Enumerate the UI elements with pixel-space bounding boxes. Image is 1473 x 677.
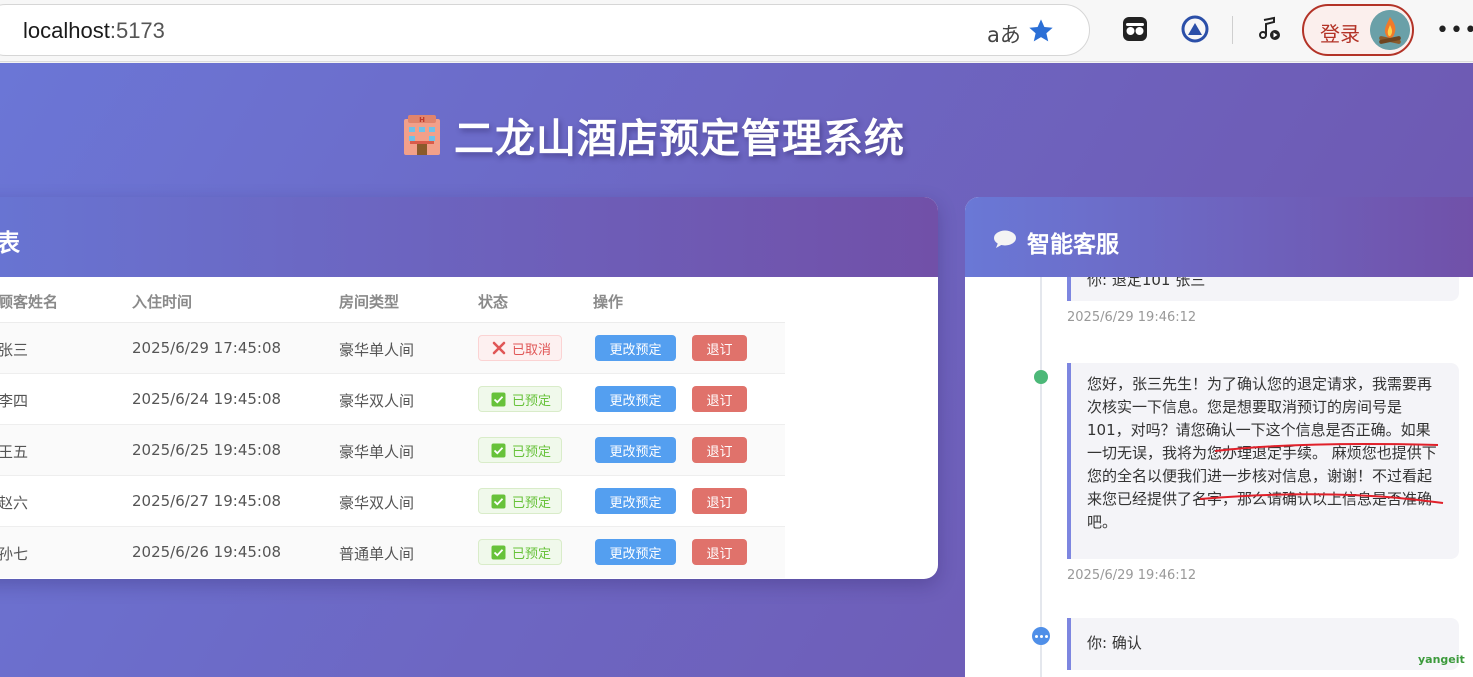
table-row: 孙七 2025/6/26 19:45:08 普通单人间 已预定 更改预定 退订 [0,527,785,578]
bookings-panel-header: 表 [0,197,938,277]
read-aloud-icon[interactable]: aあ [987,19,1021,49]
table-row: 张三 2025/6/29 17:45:08 豪华单人间 已取消 更改预定 退订 [0,323,785,374]
hotel-icon: H [404,115,440,155]
check-icon [491,392,506,407]
media-control-icon[interactable] [1254,14,1284,44]
checkin-time: 2025/6/24 19:45:08 [132,390,282,408]
close-icon [491,341,506,356]
cancel-booking-button[interactable]: 退订 [692,335,747,361]
check-icon [491,443,506,458]
guest-name: 张三 [0,341,29,359]
chat-panel-title: 智能客服 [1027,232,1119,258]
favorite-star-icon[interactable] [1027,17,1055,45]
status-badge: 已预定 [478,539,563,565]
table-header: 顾客姓名 入住时间 房间类型 状态 操作 [0,277,785,323]
column-header-status: 状态 [478,293,509,311]
column-header-name: 顾客姓名 [0,293,59,311]
timeline-line [1040,277,1042,677]
chat-message-user: 你: 确认 [1067,618,1459,670]
room-type: 豪华单人间 [339,341,415,359]
app-title: 二龙山酒店预定管理系统 [454,116,905,162]
cancel-booking-button[interactable]: 退订 [692,539,747,565]
checkin-time: 2025/6/26 19:45:08 [132,543,282,561]
checkin-time: 2025/6/25 19:45:08 [132,441,282,459]
check-icon [491,545,506,560]
table-row: 王五 2025/6/25 19:45:08 豪华单人间 已预定 更改预定 退订 [0,425,785,476]
login-label: 登录 [1320,22,1360,46]
guest-name: 李四 [0,392,29,410]
guest-name: 王五 [0,443,29,461]
guest-name: 孙七 [0,545,29,563]
svg-text:H: H [419,116,425,124]
speech-bubble-icon [994,230,1016,248]
app-root: H 二龙山酒店预定管理系统 表 顾客姓名 入住时间 房间类型 状态 操作 张三 … [0,63,1473,677]
assistant-dot-icon [1034,370,1048,384]
cancel-booking-button[interactable]: 退订 [692,488,747,514]
chat-message-user: 你: 退定101 张三 [1067,277,1459,301]
cancel-booking-button[interactable]: 退订 [692,386,747,412]
cancel-booking-button[interactable]: 退订 [692,437,747,463]
edit-booking-button[interactable]: 更改预定 [595,386,676,412]
column-header-checkin: 入住时间 [132,293,193,311]
more-options-icon[interactable]: ••• [1436,18,1473,43]
checkin-time: 2025/6/27 19:45:08 [132,492,282,510]
user-dot-icon [1032,627,1050,645]
status-label: 已预定 [512,546,552,562]
annotation-underline-icon [1199,442,1444,504]
edit-booking-button[interactable]: 更改预定 [595,335,676,361]
room-type: 豪华双人间 [339,494,415,512]
extension-icon[interactable] [1120,14,1150,44]
status-label: 已取消 [512,342,552,358]
bookings-panel-title: 表 [0,229,20,257]
edit-booking-button[interactable]: 更改预定 [595,437,676,463]
column-header-actions: 操作 [593,293,624,311]
status-label: 已预定 [512,444,552,460]
status-badge: 已预定 [478,437,563,463]
chat-panel-header: 智能客服 [965,197,1473,277]
status-badge: 已取消 [478,335,563,361]
campfire-icon [1370,10,1410,50]
room-type: 豪华双人间 [339,392,415,410]
status-label: 已预定 [512,495,552,511]
message-text: 你: 确认 [1087,634,1142,652]
room-type: 普通单人间 [339,545,415,563]
edit-booking-button[interactable]: 更改预定 [595,488,676,514]
profile-sync-icon[interactable] [1180,14,1210,44]
avatar [1370,10,1410,50]
message-text: 你: 退定101 张三 [1087,277,1206,289]
edit-booking-button[interactable]: 更改预定 [595,539,676,565]
table-row: 赵六 2025/6/27 19:45:08 豪华双人间 已预定 更改预定 退订 [0,476,785,527]
bookings-panel: 表 顾客姓名 入住时间 房间类型 状态 操作 张三 2025/6/29 17:4… [0,197,938,579]
status-label: 已预定 [512,393,552,409]
check-icon [491,494,506,509]
toolbar-separator [1232,16,1233,44]
column-header-room: 房间类型 [339,293,400,311]
checkin-time: 2025/6/29 17:45:08 [132,339,282,357]
chat-messages[interactable]: 你: 退定101 张三 2025/6/29 19:46:12 您好，张三先生！为… [965,277,1473,677]
guest-name: 赵六 [0,494,29,512]
url-text[interactable]: localhost:5173 [23,18,165,44]
message-timestamp: 2025/6/29 19:46:12 [1067,568,1197,583]
table-row: 李四 2025/6/24 19:45:08 豪华双人间 已预定 更改预定 退订 [0,374,785,425]
room-type: 豪华单人间 [339,443,415,461]
message-timestamp: 2025/6/29 19:46:12 [1067,310,1197,325]
status-badge: 已预定 [478,386,563,412]
login-button[interactable]: 登录 [1302,4,1414,56]
page-title: H 二龙山酒店预定管理系统 [398,107,905,163]
watermark: yangeit [1418,653,1465,666]
status-badge: 已预定 [478,488,563,514]
address-bar[interactable]: localhost:5173 aあ [0,4,1090,56]
chat-panel: 智能客服 你: 退定101 张三 2025/6/29 19:46:12 您好，张… [965,197,1473,677]
browser-toolbar: localhost:5173 aあ 登录 ••• [0,0,1473,62]
